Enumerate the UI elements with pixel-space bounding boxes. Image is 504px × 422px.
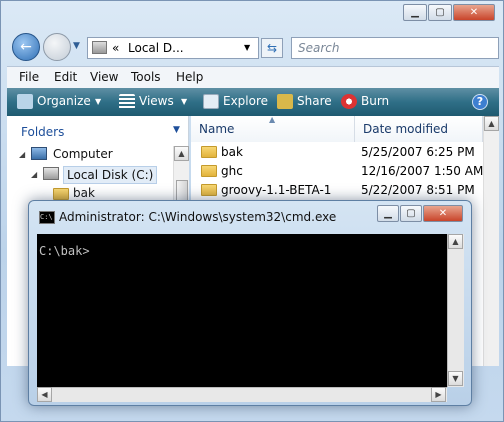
expand-arrow-icon[interactable]: ◢ bbox=[31, 170, 37, 179]
scroll-down-icon[interactable]: ▼ bbox=[448, 371, 463, 386]
tree-computer[interactable]: Computer bbox=[53, 147, 113, 161]
close-button[interactable]: ✕ bbox=[423, 205, 463, 222]
file-date: 5/25/2007 6:25 PM bbox=[361, 145, 475, 159]
file-name: ghc bbox=[221, 164, 243, 178]
file-name: bak bbox=[221, 145, 243, 159]
scroll-up-icon[interactable]: ▲ bbox=[174, 146, 189, 161]
forward-button[interactable] bbox=[43, 33, 71, 61]
breadcrumb[interactable]: Local D... bbox=[128, 41, 184, 55]
file-date: 12/16/2007 1:50 AM bbox=[361, 164, 484, 178]
column-name-label: Name bbox=[199, 122, 235, 136]
organize-icon bbox=[17, 94, 33, 109]
explore-icon bbox=[203, 94, 219, 109]
drive-icon bbox=[92, 41, 107, 54]
column-date-label: Date modified bbox=[363, 122, 449, 136]
console-output[interactable]: C:\bak> bbox=[37, 234, 447, 387]
cmd-title: Administrator: C:\Windows\system32\cmd.e… bbox=[59, 210, 337, 224]
maximize-button[interactable]: ▢ bbox=[428, 4, 452, 21]
sort-arrow-icon: ▲ bbox=[269, 115, 276, 124]
file-date: 5/22/2007 8:51 PM bbox=[361, 183, 475, 197]
list-item[interactable]: ghc 12/16/2007 1:50 AM bbox=[191, 162, 499, 181]
cmd-icon: C:\ bbox=[39, 211, 55, 224]
scroll-right-icon[interactable]: ▶ bbox=[431, 387, 446, 402]
minimize-button[interactable]: ▁ bbox=[377, 205, 399, 222]
list-item[interactable]: bak 5/25/2007 6:25 PM bbox=[191, 143, 499, 162]
list-item[interactable]: groovy-1.1-BETA-1 5/22/2007 8:51 PM bbox=[191, 181, 499, 200]
console-prompt: C:\bak> bbox=[39, 244, 90, 258]
maximize-button[interactable]: ▢ bbox=[400, 205, 422, 222]
chevron-down-icon[interactable]: ▼ bbox=[173, 125, 180, 135]
navigation-bar: ← ▼ « Local D... ▼ ⇆ Search bbox=[7, 31, 499, 63]
folder-icon bbox=[201, 165, 217, 177]
recent-pages-dropdown[interactable]: ▼ bbox=[73, 41, 80, 51]
address-bar[interactable]: « Local D... ▼ bbox=[87, 37, 259, 59]
breadcrumb-prefix: « bbox=[112, 41, 120, 55]
drive-icon bbox=[43, 167, 59, 180]
file-name: groovy-1.1-BETA-1 bbox=[221, 183, 332, 197]
folder-icon bbox=[53, 188, 69, 200]
menu-edit[interactable]: Edit bbox=[54, 70, 77, 84]
cmd-window[interactable]: C:\ Administrator: C:\Windows\system32\c… bbox=[28, 200, 472, 406]
command-toolbar: Organize ▼ Views ▼ Explore Share Burn ? bbox=[7, 88, 499, 116]
scroll-left-icon[interactable]: ◀ bbox=[37, 387, 52, 402]
back-button[interactable]: ← bbox=[12, 33, 40, 61]
tree-local-disk[interactable]: Local Disk (C:) bbox=[63, 166, 158, 184]
computer-icon bbox=[31, 147, 47, 160]
refresh-button[interactable]: ⇆ bbox=[261, 38, 283, 58]
tree-bak[interactable]: bak bbox=[73, 186, 95, 200]
search-input[interactable]: Search bbox=[291, 37, 499, 59]
explore-button[interactable]: Explore bbox=[223, 94, 268, 108]
folder-icon bbox=[201, 184, 217, 196]
chevron-down-icon[interactable]: ▼ bbox=[244, 43, 250, 52]
menu-file[interactable]: File bbox=[19, 70, 39, 84]
column-date-modified[interactable]: Date modified bbox=[355, 116, 483, 142]
chevron-down-icon[interactable]: ▼ bbox=[95, 97, 101, 106]
chevron-down-icon[interactable]: ▼ bbox=[181, 97, 187, 106]
folder-icon bbox=[201, 146, 217, 158]
views-button[interactable]: Views bbox=[139, 94, 174, 108]
close-button[interactable]: ✕ bbox=[453, 4, 495, 21]
organize-button[interactable]: Organize bbox=[37, 94, 91, 108]
menu-view[interactable]: View bbox=[90, 70, 118, 84]
expand-arrow-icon[interactable]: ◢ bbox=[19, 150, 25, 159]
scroll-up-icon[interactable]: ▲ bbox=[484, 116, 499, 131]
views-icon bbox=[119, 94, 135, 109]
share-button[interactable]: Share bbox=[297, 94, 332, 108]
menu-help[interactable]: Help bbox=[176, 70, 203, 84]
minimize-button[interactable]: ▁ bbox=[403, 4, 427, 21]
burn-button[interactable]: Burn bbox=[361, 94, 389, 108]
burn-icon bbox=[341, 94, 357, 109]
share-icon bbox=[277, 94, 293, 109]
scroll-up-icon[interactable]: ▲ bbox=[448, 234, 463, 249]
folders-header[interactable]: Folders bbox=[21, 125, 64, 139]
console-horizontal-scrollbar[interactable]: ◀ ▶ bbox=[37, 387, 447, 402]
console-vertical-scrollbar[interactable]: ▲ ▼ bbox=[447, 234, 464, 387]
help-icon[interactable]: ? bbox=[472, 94, 488, 110]
menu-tools[interactable]: Tools bbox=[131, 70, 161, 84]
menu-bar: File Edit View Tools Help bbox=[7, 66, 499, 88]
